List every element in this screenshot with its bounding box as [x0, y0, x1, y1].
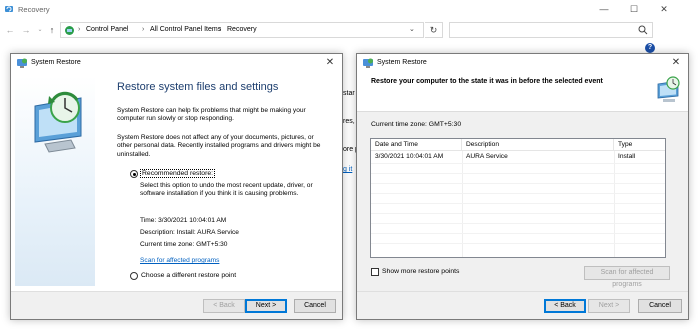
forward-arrow-icon[interactable]: →	[20, 24, 32, 36]
dialog-body: Current time zone: GMT+5:30 Date and Tim…	[357, 112, 688, 291]
row-divider	[371, 223, 665, 224]
scan-affected-programs-link[interactable]: Scan for affected programs	[140, 257, 219, 265]
address-row: ← → ⌄ ↑ › Control Panel › All Control Pa…	[0, 20, 700, 40]
scan-affected-programs-button[interactable]: Scan for affected programs	[584, 266, 670, 288]
column-divider	[462, 151, 463, 257]
row-divider	[371, 173, 665, 174]
next-button[interactable]: Next >	[588, 299, 630, 313]
cancel-button[interactable]: Cancel	[638, 299, 682, 313]
row-description: AURA Service	[466, 153, 508, 160]
row-datetime: 3/30/2021 10:04:01 AM	[375, 153, 444, 160]
breadcrumb-separator-icon: ›	[142, 26, 145, 33]
dialog-heading: Restore system files and settings	[117, 81, 279, 93]
restore-timezone: Current time zone: GMT+5:30	[140, 241, 228, 248]
column-header-date[interactable]: Date and Time	[371, 139, 462, 151]
dialog-header-text: Restore your computer to the state it wa…	[371, 78, 603, 85]
current-timezone-label: Current time zone: GMT+5:30	[371, 121, 462, 128]
control-panel-icon	[65, 26, 74, 35]
recommended-restore-description: Select this option to undo the most rece…	[140, 182, 313, 198]
search-icon	[638, 25, 648, 35]
row-type: Install	[618, 153, 636, 160]
row-divider	[371, 193, 665, 194]
background-text-fragment: res,	[343, 118, 355, 125]
refresh-icon[interactable]: ↻	[425, 22, 443, 38]
column-divider	[614, 151, 615, 257]
table-header: Date and Time Description Type	[371, 139, 665, 151]
column-header-description[interactable]: Description	[462, 139, 614, 151]
disclaimer-paragraph: System Restore does not affect any of yo…	[117, 134, 321, 158]
system-restore-dialog-left: System Restore ✕ Restore system files an…	[10, 53, 343, 320]
back-button[interactable]: < Back	[544, 299, 586, 313]
row-divider	[371, 233, 665, 234]
up-arrow-icon[interactable]: ↑	[46, 24, 58, 36]
help-icon[interactable]: ?	[645, 43, 655, 53]
recent-chevron-icon[interactable]: ⌄	[34, 24, 46, 36]
breadcrumb-separator-icon: ›	[78, 26, 81, 33]
close-icon[interactable]: ✕	[652, 2, 676, 17]
background-link-fragment[interactable]: g it	[343, 166, 352, 173]
row-divider	[371, 203, 665, 204]
explorer-titlebar: Recovery — ☐ ✕	[0, 0, 700, 19]
dialog-header: Restore your computer to the state it wa…	[357, 72, 688, 112]
system-restore-icon	[363, 58, 373, 68]
close-icon[interactable]: ✕	[323, 56, 337, 70]
recovery-app-icon	[5, 6, 13, 12]
column-header-type[interactable]: Type	[614, 139, 667, 151]
dialog-titlebar: System Restore ✕	[11, 54, 342, 72]
dialog-title: System Restore	[31, 59, 81, 66]
computer-restore-icon	[34, 91, 82, 153]
address-dropdown-icon[interactable]: ⌄	[409, 25, 415, 33]
restore-illustration	[15, 76, 95, 286]
cancel-button[interactable]: Cancel	[294, 299, 336, 313]
row-divider	[371, 163, 665, 164]
different-restore-point-radio[interactable]	[130, 272, 138, 280]
minimize-icon[interactable]: —	[592, 2, 616, 17]
recommended-restore-label[interactable]: Recommended restore:	[139, 169, 216, 178]
address-bar[interactable]: › Control Panel › All Control Panel Item…	[60, 22, 424, 38]
close-icon[interactable]: ✕	[669, 56, 683, 70]
row-divider	[371, 213, 665, 214]
different-restore-point-label[interactable]: Choose a different restore point	[141, 272, 236, 279]
table-row[interactable]: 3/30/2021 10:04:01 AM AURA Service Insta…	[371, 152, 665, 162]
row-divider	[371, 243, 665, 244]
back-button[interactable]: < Back	[203, 299, 245, 313]
restore-time: Time: 3/30/2021 10:04:01 AM	[140, 217, 227, 224]
dialog-footer: < Back Next > Cancel	[357, 291, 688, 319]
search-input[interactable]	[449, 22, 653, 38]
next-button[interactable]: Next >	[245, 299, 287, 313]
dialog-titlebar: System Restore ✕	[357, 54, 688, 72]
show-more-label[interactable]: Show more restore points	[382, 268, 459, 275]
breadcrumb-recovery[interactable]: Recovery	[227, 26, 257, 33]
explorer-title: Recovery	[18, 5, 50, 14]
back-arrow-icon[interactable]: ←	[4, 24, 16, 36]
dialog-title: System Restore	[377, 59, 427, 66]
dialog-footer: < Back Next > Cancel	[11, 291, 342, 319]
recommended-restore-radio[interactable]	[130, 170, 138, 178]
restore-description: Description: Install: AURA Service	[140, 229, 239, 236]
computer-restore-icon	[657, 76, 680, 102]
show-more-checkbox[interactable]	[371, 268, 379, 276]
system-restore-dialog-right: System Restore ✕ Restore your computer t…	[356, 53, 689, 320]
system-restore-icon	[17, 58, 27, 68]
background-text-fragment: star	[343, 90, 355, 97]
breadcrumb-control-panel[interactable]: Control Panel	[86, 26, 128, 33]
breadcrumb-separator-icon: ›	[219, 26, 222, 33]
intro-paragraph: System Restore can help fix problems tha…	[117, 107, 306, 123]
maximize-icon[interactable]: ☐	[622, 2, 646, 17]
restore-points-table[interactable]: Date and Time Description Type 3/30/2021…	[370, 138, 666, 258]
row-divider	[371, 183, 665, 184]
breadcrumb-all-items[interactable]: All Control Panel Items	[150, 26, 221, 33]
